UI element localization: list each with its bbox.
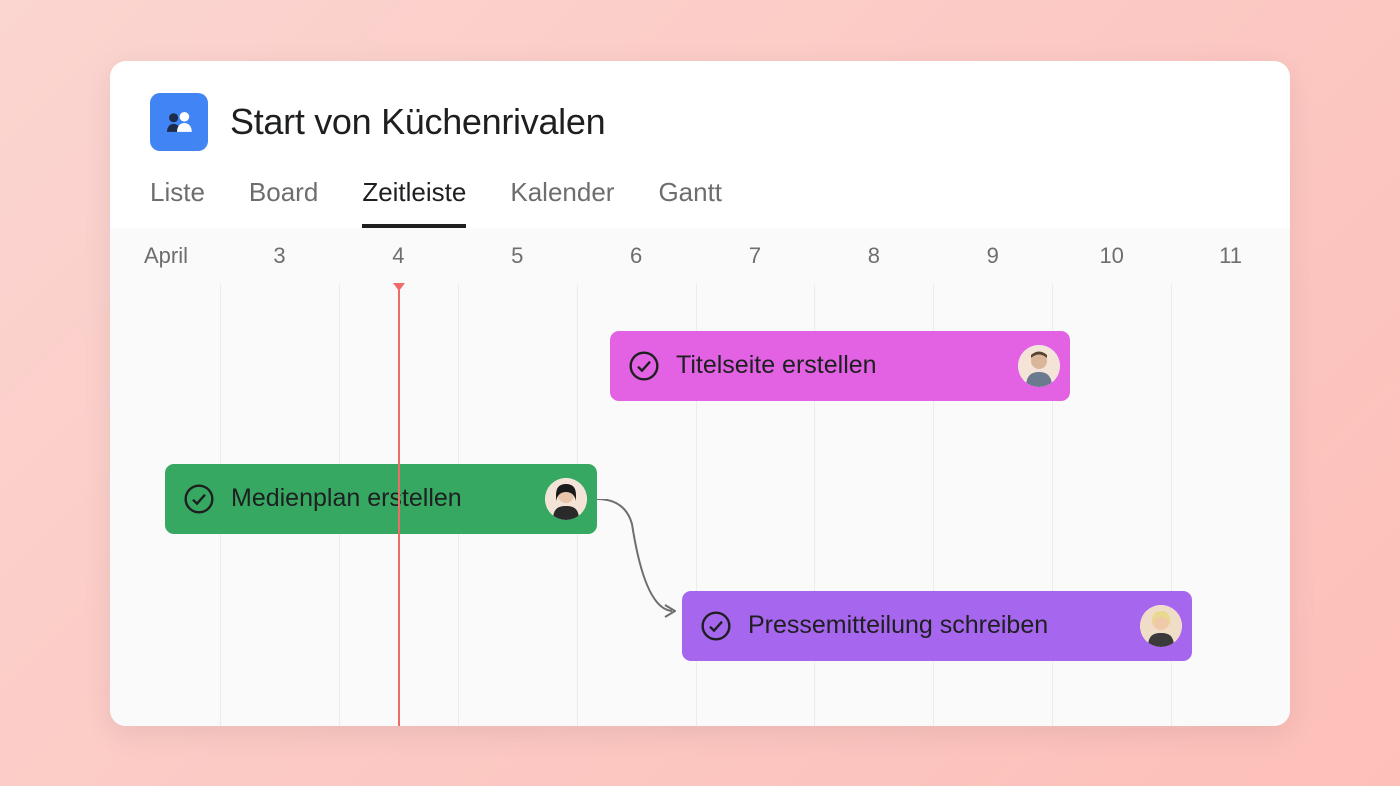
tab-board[interactable]: Board bbox=[249, 177, 318, 228]
date-col-11: 11 bbox=[1171, 228, 1290, 284]
date-columns: 3 4 5 6 7 8 9 10 11 bbox=[220, 228, 1290, 284]
tab-liste[interactable]: Liste bbox=[150, 177, 205, 228]
date-col-3: 3 bbox=[220, 228, 339, 284]
date-col-6: 6 bbox=[577, 228, 696, 284]
project-header: Start von Küchenrivalen bbox=[110, 61, 1290, 151]
date-col-5: 5 bbox=[458, 228, 577, 284]
avatar bbox=[1140, 605, 1182, 647]
timeline-area: April 3 4 5 6 7 8 9 10 11 bbox=[110, 228, 1290, 726]
task-pressemitteilung[interactable]: Pressemitteilung schreiben bbox=[682, 591, 1192, 661]
month-label: April bbox=[144, 243, 188, 269]
task-label: Medienplan erstellen bbox=[231, 484, 529, 513]
avatar bbox=[545, 478, 587, 520]
avatar bbox=[1018, 345, 1060, 387]
task-label: Titelseite erstellen bbox=[676, 351, 1002, 380]
date-col-4: 4 bbox=[339, 228, 458, 284]
tab-gantt[interactable]: Gantt bbox=[658, 177, 722, 228]
project-people-icon bbox=[150, 93, 208, 151]
task-titelseite[interactable]: Titelseite erstellen bbox=[610, 331, 1070, 401]
date-col-8: 8 bbox=[814, 228, 933, 284]
check-circle-icon bbox=[628, 350, 660, 382]
check-circle-icon bbox=[183, 483, 215, 515]
timeline-grid: Titelseite erstellen Medienplan erstel bbox=[110, 284, 1290, 726]
task-label: Pressemitteilung schreiben bbox=[748, 611, 1124, 640]
current-time-marker bbox=[398, 284, 400, 726]
date-col-9: 9 bbox=[933, 228, 1052, 284]
date-col-10: 10 bbox=[1052, 228, 1171, 284]
check-circle-icon bbox=[700, 610, 732, 642]
view-tabs: Liste Board Zeitleiste Kalender Gantt bbox=[110, 151, 1290, 228]
timeline-date-header: April 3 4 5 6 7 8 9 10 11 bbox=[110, 228, 1290, 284]
tab-kalender[interactable]: Kalender bbox=[510, 177, 614, 228]
project-card: Start von Küchenrivalen Liste Board Zeit… bbox=[110, 61, 1290, 726]
project-title: Start von Küchenrivalen bbox=[230, 101, 605, 143]
date-col-7: 7 bbox=[696, 228, 815, 284]
tab-zeitleiste[interactable]: Zeitleiste bbox=[362, 177, 466, 228]
task-medienplan[interactable]: Medienplan erstellen bbox=[165, 464, 597, 534]
